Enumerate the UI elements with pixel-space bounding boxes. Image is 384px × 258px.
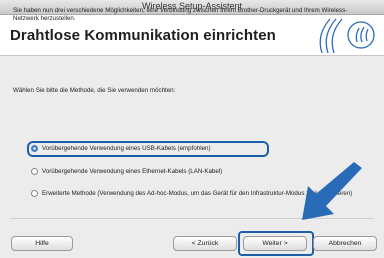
choose-method-label: Wählen Sie bitte die Methode, die Sie ve… [13,87,176,94]
intro-text: Sie haben nun drei verschiedene Möglichk… [13,7,348,22]
radio-advanced-adhoc[interactable] [31,190,38,197]
option-ethernet-cable[interactable]: Vorübergehende Verwendung eines Ethernet… [31,168,222,175]
option-usb-cable[interactable]: Vorübergehende Verwendung eines USB-Kabe… [31,145,211,152]
radio-ethernet-cable[interactable] [31,168,38,175]
pointer-arrow-icon [302,162,362,220]
radio-usb-cable[interactable] [31,145,38,152]
next-button[interactable]: Weiter > [243,236,307,251]
back-button[interactable]: < Zurück [173,236,237,251]
setup-window: Wireless Setup-Assistent Drahtlose Kommu… [0,0,384,258]
page-title: Drahtlose Kommunikation einrichten [10,27,276,44]
option-usb-label: Vorübergehende Verwendung eines USB-Kabe… [42,145,211,152]
help-button[interactable]: Hilfe [11,236,73,251]
option-ethernet-label: Vorübergehende Verwendung eines Ethernet… [42,168,223,175]
cancel-button[interactable]: Abbrechen [313,236,377,251]
